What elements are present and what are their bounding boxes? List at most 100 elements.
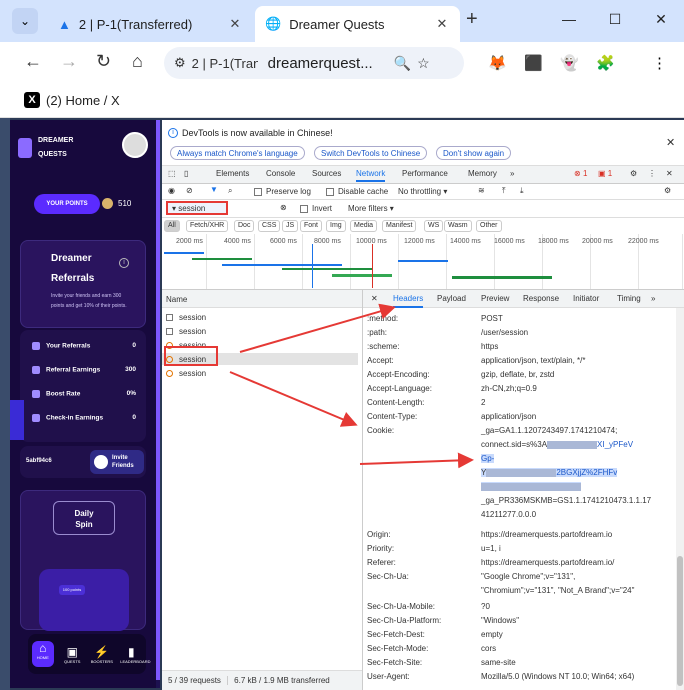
close-detail-icon[interactable]: ✕ <box>371 294 378 303</box>
app-scrollbar[interactable] <box>156 120 160 688</box>
dont-show-again-button[interactable]: Don't show again <box>436 146 512 160</box>
tab-headers[interactable]: Headers <box>393 294 424 308</box>
name-column-header[interactable]: Name <box>162 290 362 308</box>
address-bar[interactable]: ⚙ 2 | P-1(Transf dreamerquest... 🔍 ☆ <box>164 47 464 79</box>
type-ws[interactable]: WS <box>424 220 444 232</box>
forward-icon[interactable]: → <box>60 51 78 72</box>
filter-input[interactable]: ▾ session <box>166 201 228 215</box>
disable-cache-checkbox[interactable]: Disable cache <box>326 187 388 196</box>
tab-console[interactable]: Console <box>266 169 295 178</box>
tab-sources[interactable]: Sources <box>312 169 341 178</box>
invite-code[interactable]: 5abf94c6 <box>26 458 52 464</box>
site-info-icon[interactable]: ⚙ <box>174 55 186 71</box>
tab-network[interactable]: Network <box>356 169 386 182</box>
menu-icon[interactable]: ⋮ <box>652 54 667 72</box>
type-manifest[interactable]: Manifest <box>382 220 417 232</box>
filter-icon[interactable]: ▼ <box>210 185 218 194</box>
extension-ghost-icon[interactable]: 👻 <box>560 54 579 72</box>
list-item[interactable]: session <box>166 325 362 337</box>
tab-initiator[interactable]: Initiator <box>573 294 599 303</box>
minimize-icon[interactable]: — <box>546 0 592 38</box>
type-media[interactable]: Media <box>350 220 378 232</box>
home-icon[interactable]: ⌂ <box>132 51 143 72</box>
browser-tab-2[interactable]: 🌐 Dreamer Quests ✕ <box>255 6 460 42</box>
type-fetch-xhr[interactable]: Fetch/XHR <box>186 220 229 232</box>
star-icon[interactable]: ☆ <box>417 55 430 72</box>
type-css[interactable]: CSS <box>258 220 281 232</box>
wifi-icon[interactable]: ≋ <box>478 186 485 195</box>
record-icon[interactable]: ◉ <box>168 186 175 195</box>
puzzle-icon[interactable]: 🧩 <box>596 54 615 72</box>
switch-chinese-button[interactable]: Switch DevTools to Chinese <box>314 146 428 160</box>
nav-boosters[interactable]: ⚡ BOOSTERS <box>91 645 113 664</box>
match-language-button[interactable]: Always match Chrome's language <box>170 146 305 160</box>
type-js[interactable]: JS <box>282 220 299 232</box>
issue-count[interactable]: ▣ 1 <box>598 169 612 178</box>
back-icon[interactable]: ← <box>24 51 42 72</box>
type-wasm[interactable]: Wasm <box>444 220 472 232</box>
your-points-button[interactable]: YOUR POINTS <box>34 194 100 214</box>
nav-leaderboard[interactable]: ▮ LEADERBOARD <box>120 645 150 664</box>
tab-performance[interactable]: Performance <box>402 169 448 178</box>
more-tabs-icon[interactable]: » <box>510 169 514 178</box>
nav-home[interactable]: ⌂ HOME <box>31 641 54 667</box>
invert-checkbox[interactable]: Invert <box>300 204 332 213</box>
type-other[interactable]: Other <box>476 220 502 232</box>
kebab-icon[interactable]: ⋮ <box>648 169 656 178</box>
headers-scrollbar[interactable] <box>676 308 684 690</box>
clear-filter-icon[interactable]: ⊗ <box>280 203 287 212</box>
dreamer-logo-icon <box>18 138 32 158</box>
close-window-icon[interactable]: ✕ <box>638 0 684 38</box>
error-count[interactable]: ⊗ 1 <box>574 169 587 178</box>
tab-elements[interactable]: Elements <box>216 169 249 178</box>
scroll-thumb[interactable] <box>156 120 160 680</box>
network-timeline[interactable]: 2000 ms 4000 ms 6000 ms 8000 ms 10000 ms… <box>162 234 684 290</box>
download-icon[interactable]: ⤓ <box>520 186 524 196</box>
tab-search-button[interactable]: ⌄ <box>12 8 38 34</box>
timeline-tick: 2000 ms <box>176 238 203 245</box>
daily-spin-button[interactable]: Daily Spin <box>53 501 115 535</box>
info-icon[interactable]: i <box>119 258 129 268</box>
settings-icon[interactable]: ⚙ <box>630 169 637 178</box>
close-icon[interactable]: ✕ <box>434 16 450 32</box>
close-icon[interactable]: ✕ <box>666 169 673 178</box>
tab-preview[interactable]: Preview <box>481 294 509 303</box>
throttling-select[interactable]: No throttling ▾ <box>398 187 447 196</box>
upload-icon[interactable]: ⤒ <box>502 186 506 196</box>
more-tabs-icon[interactable]: » <box>651 294 655 303</box>
metamask-icon[interactable]: 🦊 <box>488 54 507 72</box>
device-icon[interactable]: ▯ <box>184 169 188 178</box>
type-all[interactable]: All <box>164 220 180 232</box>
network-settings-icon[interactable]: ⚙ <box>664 186 671 195</box>
new-tab-button[interactable]: + <box>466 8 478 31</box>
type-font[interactable]: Font <box>300 220 323 232</box>
tab-timing[interactable]: Timing <box>617 294 641 303</box>
list-item[interactable]: session <box>166 367 362 379</box>
scroll-thumb[interactable] <box>677 556 683 686</box>
nav-quests[interactable]: ▣ QUESTS <box>61 645 83 664</box>
invite-friends-button[interactable]: Invite Friends <box>90 450 144 474</box>
tab-memory[interactable]: Memory <box>468 169 497 178</box>
reload-icon[interactable]: ↻ <box>96 51 111 72</box>
search-icon[interactable]: ⌕ <box>228 186 232 196</box>
bookmark-x-home[interactable]: X (2) Home / X <box>24 92 120 108</box>
nav-label: BOOSTERS <box>90 658 113 664</box>
type-doc[interactable]: Doc <box>234 220 255 232</box>
more-filters-dropdown[interactable]: More filters ▾ <box>348 204 394 213</box>
clear-icon[interactable]: ⊘ <box>186 186 193 195</box>
close-icon[interactable]: ✕ <box>227 16 243 32</box>
extension-dice-icon[interactable]: ⬛ <box>524 54 543 72</box>
close-icon[interactable]: ✕ <box>666 136 675 149</box>
side-tab[interactable] <box>10 400 24 440</box>
tab-payload[interactable]: Payload <box>437 294 466 303</box>
avatar[interactable] <box>122 132 148 158</box>
maximize-icon[interactable]: ☐ <box>592 0 638 38</box>
preserve-log-checkbox[interactable]: Preserve log <box>254 187 311 196</box>
zoom-icon[interactable]: 🔍 <box>394 55 411 72</box>
inspect-icon[interactable]: ⬚ <box>168 169 176 178</box>
browser-tab-1[interactable]: ▲ 2 | P-1(Transferred) ✕ <box>48 6 253 42</box>
tab-response[interactable]: Response <box>523 294 559 303</box>
referrals-title-line2: Referrals <box>51 273 95 284</box>
type-img[interactable]: Img <box>326 220 346 232</box>
list-item[interactable]: session <box>166 311 362 323</box>
